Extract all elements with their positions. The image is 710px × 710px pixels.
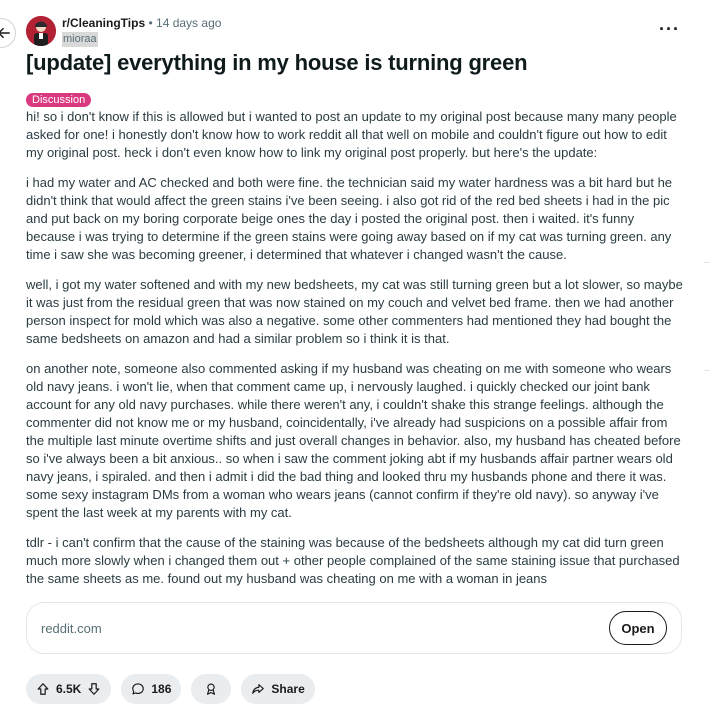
subreddit-icon xyxy=(26,16,56,46)
vote-pill: 6.5K xyxy=(26,674,112,704)
edge-divider xyxy=(704,262,710,263)
downvote-arrow-icon[interactable] xyxy=(87,682,101,696)
post-body: hi! so i don't know if this is allowed b… xyxy=(26,108,686,588)
post-age: 14 days ago xyxy=(156,16,222,30)
share-arrow-icon xyxy=(252,684,265,694)
share-button[interactable]: Share xyxy=(241,674,315,704)
post-flair[interactable]: Discussion xyxy=(26,93,92,107)
meta-separator: • xyxy=(148,16,153,30)
link-card[interactable]: reddit.com Open xyxy=(26,602,682,654)
comments-button[interactable]: 186 xyxy=(121,674,182,704)
action-bar: 6.5K 186 Share xyxy=(26,674,315,704)
open-link-button[interactable]: Open xyxy=(609,611,667,645)
body-paragraph: well, i got my water softened and with m… xyxy=(26,277,683,346)
vote-score: 6.5K xyxy=(56,682,82,696)
link-url: reddit.com xyxy=(41,621,102,636)
subreddit-avatar[interactable] xyxy=(26,16,56,46)
award-button[interactable] xyxy=(191,674,232,704)
post-header: r/CleaningTips • 14 days ago mioraa xyxy=(26,16,221,48)
upvote-arrow-icon[interactable] xyxy=(36,682,50,696)
body-paragraph: tdlr - i can't confirm that the cause of… xyxy=(26,535,680,586)
body-paragraph: hi! so i don't know if this is allowed b… xyxy=(26,109,677,160)
comment-bubble-icon xyxy=(132,683,145,695)
body-paragraph: i had my water and AC checked and both w… xyxy=(26,175,673,262)
arrow-left-icon xyxy=(0,27,10,39)
share-label: Share xyxy=(271,682,305,696)
back-button[interactable] xyxy=(0,18,16,48)
body-paragraph: on another note, someone also commented … xyxy=(26,361,681,520)
more-options-button[interactable]: ··· xyxy=(659,20,680,38)
subreddit-name[interactable]: r/CleaningTips xyxy=(62,16,145,30)
author-name[interactable]: mioraa xyxy=(62,32,98,47)
comment-count: 186 xyxy=(151,682,172,696)
post-title: [update] everything in my house is turni… xyxy=(26,50,528,75)
more-horizontal-icon: ··· xyxy=(659,19,680,39)
award-icon xyxy=(207,683,216,695)
edge-divider xyxy=(704,370,710,371)
